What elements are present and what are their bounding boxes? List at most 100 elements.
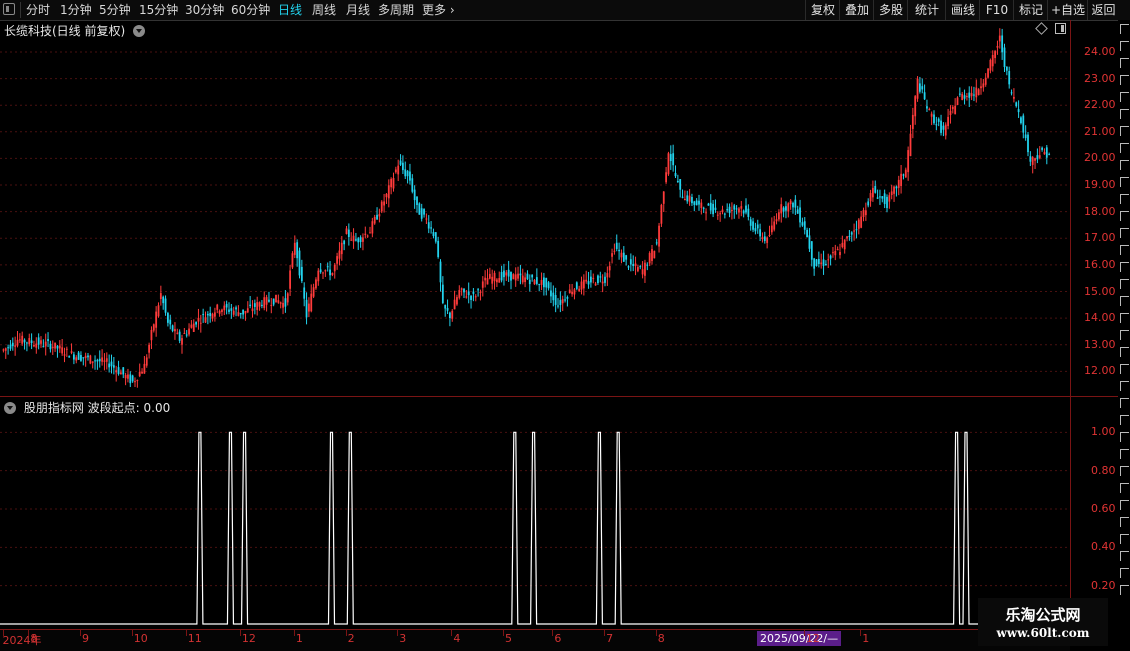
candle [512,273,515,280]
period-tab-4[interactable]: 30分钟 [185,0,224,20]
candle [486,268,489,285]
restore-panel-icon[interactable] [3,3,15,15]
candle-body [9,344,12,349]
candle-body [157,305,160,317]
candle-body [138,371,141,377]
candle-body [1031,157,1034,165]
candle-body [674,173,677,177]
date-tick [345,630,347,636]
candle [1005,66,1008,76]
candle-body [1043,152,1046,155]
candle [453,290,456,310]
candle [721,205,724,215]
candle-body [261,304,263,306]
toolbar-button-6[interactable]: 标记 [1013,0,1048,20]
candle [808,228,811,252]
candle-body [251,308,254,312]
candle-body [359,237,362,243]
candle-body [904,169,907,178]
period-tab-5[interactable]: 60分钟 [231,0,270,20]
period-tab-1[interactable]: 1分钟 [60,0,92,20]
cropped-glyph [1118,279,1130,289]
period-tab-0[interactable]: 分时 [26,0,50,20]
candle-body [169,319,172,325]
toolbar-button-0[interactable]: 复权 [805,0,840,20]
period-tab-3[interactable]: 15分钟 [139,0,178,20]
candle-body [108,363,111,368]
candle [418,202,421,215]
period-tab-6[interactable]: 日线 [278,0,302,20]
candle [136,379,139,388]
candle-body [317,270,320,282]
watermark-title: 乐淘公式网 [1005,606,1081,624]
candle-body [911,114,914,129]
candle-body [380,201,383,212]
period-tab-9[interactable]: 多周期 [378,0,414,20]
candle-body [667,153,670,175]
candle-body [420,208,423,219]
candle [4,347,7,359]
candle-body [561,299,564,304]
date-tick [803,630,805,636]
candle-body [510,271,512,281]
candle-body [486,278,489,285]
candle [65,346,68,357]
candle [402,155,404,174]
toolbar-button-2[interactable]: 多股 [873,0,908,20]
period-tab-2[interactable]: 5分钟 [99,0,131,20]
candle [810,240,813,267]
candle-body [707,203,710,206]
cropped-glyph [1118,75,1130,85]
candle [968,86,971,108]
candle [618,242,620,260]
toolbar-button-5[interactable]: F10 [979,0,1014,20]
candle-body [778,212,780,220]
candle [599,271,602,283]
candle [561,295,564,312]
cropped-glyph [1118,109,1130,119]
candle [206,311,209,325]
candle-body [355,239,357,241]
candle [481,276,484,297]
candle [641,261,644,279]
candle-body [665,172,667,183]
candle [738,207,740,219]
date-tick [397,630,399,636]
candle-body [68,356,71,358]
candle-body [702,207,705,209]
candle-body [463,288,465,293]
candle [557,298,559,309]
toolbar-button-1[interactable]: 叠加 [839,0,874,20]
candle-body [333,264,336,272]
toolbar-button-8[interactable]: 返回 [1087,0,1119,20]
candle-body [606,273,609,278]
candle-body [512,274,515,280]
date-tick-label: 12 [805,632,820,645]
period-tab-8[interactable]: 月线 [346,0,370,20]
candle-body [289,270,291,289]
candle [601,274,604,293]
candle [552,285,555,307]
candle-body [181,338,183,345]
candle [185,330,188,338]
candle [265,294,268,312]
candle [752,217,754,233]
candle-body [279,302,282,304]
toolbar-button-7[interactable]: +自选 [1047,0,1088,20]
toolbar-button-4[interactable]: 画线 [945,0,980,20]
candle [268,291,270,303]
period-tab-7[interactable]: 周线 [312,0,336,20]
period-tab-10[interactable]: 更多 › [422,0,455,20]
date-tick-label: 7 [606,632,614,645]
candle [510,271,512,290]
candle [84,352,87,367]
candle [169,314,172,330]
candle [279,301,282,309]
candle [980,78,982,95]
candle [825,260,827,266]
toolbar-button-3[interactable]: 统计 [907,0,946,20]
candle [951,105,954,114]
price-tick-label: 19.00 [1084,178,1116,192]
candle [40,336,42,348]
candle [134,377,136,387]
